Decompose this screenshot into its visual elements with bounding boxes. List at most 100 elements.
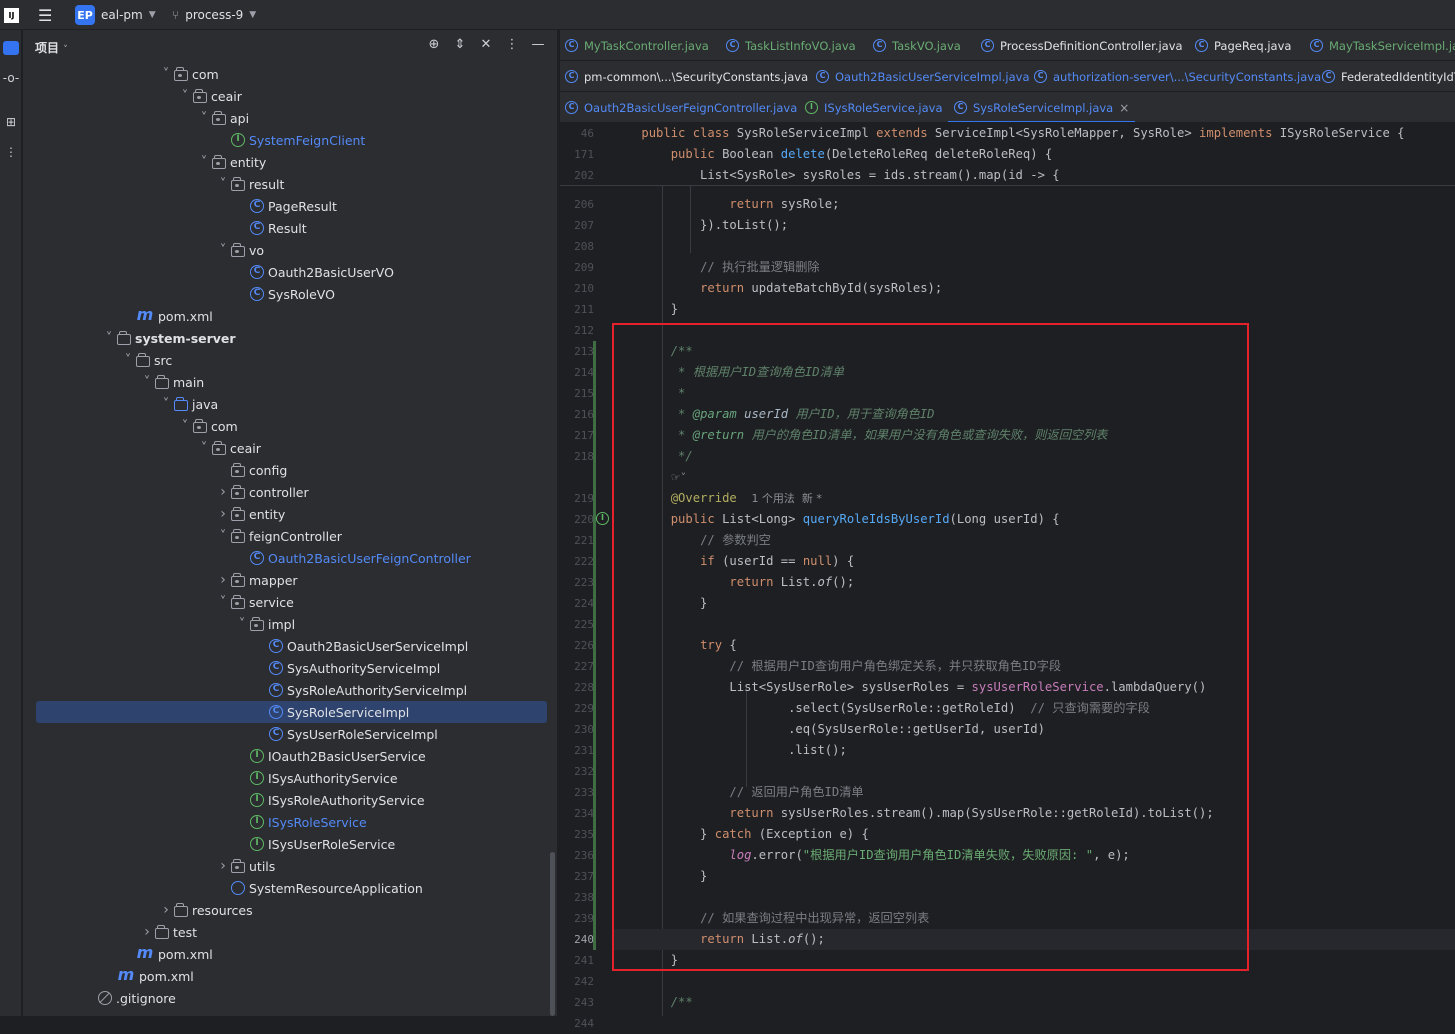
ide-logo-icon[interactable]: IJ [4, 0, 19, 30]
more-tools-icon[interactable]: ⋮ [0, 140, 22, 164]
editor-tab[interactable]: C PageReq.java [1195, 30, 1291, 60]
tree-item[interactable]: C SysRoleServiceImpl [36, 701, 547, 723]
close-icon[interactable]: × [1119, 101, 1129, 115]
chevron-down-icon[interactable]: ˅ [215, 243, 231, 258]
main-menu-icon[interactable]: ☰ [38, 0, 52, 30]
tree-item[interactable]: ˅ ceair [23, 437, 557, 459]
chevron-right-icon[interactable]: › [215, 484, 231, 500]
code-line[interactable]: // 参数判空 [612, 530, 771, 551]
tree-item[interactable]: I ISysUserRoleService [23, 833, 557, 855]
code-line[interactable]: List<SysUserRole> sysUserRoles = sysUser… [612, 677, 1206, 698]
tree-item[interactable]: .gitignore [23, 987, 557, 1009]
tree-item[interactable]: C SysUserRoleServiceImpl [23, 723, 557, 745]
chevron-down-icon[interactable]: ˅ [158, 67, 174, 82]
vcs-change-marker[interactable] [593, 341, 596, 950]
code-line[interactable]: } [612, 866, 707, 887]
tree-item[interactable]: ˅ impl [23, 613, 557, 635]
code-line[interactable]: * @param userId 用户ID，用于查询角色ID [612, 404, 934, 425]
code-line[interactable]: return List.of(); [612, 929, 1455, 950]
tree-item[interactable]: › resources [23, 899, 557, 921]
code-line[interactable]: log.error("根据用户ID查询用户角色ID清单失败，失败原因: ", e… [612, 845, 1129, 866]
code-line[interactable]: .eq(SysUserRole::getUserId, userId) [612, 719, 1045, 740]
code-editor[interactable]: return sysRole; }).toList(); // 执行批量逻辑删除… [612, 123, 1455, 1016]
chevron-down-icon[interactable]: ˅ [177, 89, 193, 104]
tree-item[interactable]: m pom.xml [23, 965, 557, 987]
chevron-down-icon[interactable]: ˅ [139, 375, 155, 390]
editor-tab[interactable]: C ProcessDefinitionController.java [981, 30, 1183, 60]
sticky-code-line[interactable]: public class SysRoleServiceImpl extends … [612, 123, 1404, 144]
code-line[interactable]: if (userId == null) { [612, 551, 854, 572]
tree-item[interactable]: ˅ service [23, 591, 557, 613]
chevron-down-icon[interactable]: ˅ [158, 397, 174, 412]
editor-tab[interactable]: C Oauth2BasicUserServiceImpl.java [816, 61, 1030, 91]
structure-icon[interactable]: ⊞ [0, 110, 22, 134]
chevron-right-icon[interactable]: › [158, 902, 174, 918]
tree-item[interactable]: C Oauth2BasicUserServiceImpl [23, 635, 557, 657]
tree-item[interactable]: I ISysRoleAuthorityService [23, 789, 557, 811]
sticky-code-line[interactable]: public Boolean delete(DeleteRoleReq dele… [612, 144, 1053, 165]
code-line[interactable]: * 根据用户ID查询角色ID清单 [612, 362, 844, 383]
tree-item[interactable]: ˅ result [23, 173, 557, 195]
code-line[interactable]: * @return 用户的角色ID清单，如果用户没有角色或查询失败，则返回空列表 [612, 425, 1107, 446]
chevron-down-icon[interactable]: ˅ [101, 331, 117, 346]
code-line[interactable]: }).toList(); [612, 215, 788, 236]
editor-tab[interactable]: C SysRoleServiceImpl.java × [947, 92, 1136, 122]
tree-item[interactable]: ˅ system-server [23, 327, 557, 349]
editor-tab[interactable]: Cpm-common\...\SecurityConstants.java [565, 61, 808, 91]
collapse-all-icon[interactable]: ✕ [477, 37, 495, 55]
code-line[interactable]: .select(SysUserRole::getRoleId) // 只查询需要… [612, 698, 1150, 719]
code-line[interactable]: } [612, 950, 678, 971]
tree-item[interactable]: C Result [23, 217, 557, 239]
chevron-right-icon[interactable]: › [215, 572, 231, 588]
tree-item[interactable]: ˅ ceair [23, 85, 557, 107]
code-line[interactable]: return sysUserRoles.stream().map(SysUser… [612, 803, 1213, 824]
chevron-down-icon[interactable]: ˅ [196, 441, 212, 456]
line-number-gutter[interactable]: 206 207 208 209 210 211 212 213 214 215 216 217 218 2… [560, 123, 612, 1030]
tree-item[interactable]: m pom.xml [23, 943, 557, 965]
code-line[interactable]: } catch (Exception e) { [612, 824, 869, 845]
tree-item[interactable]: I IOauth2BasicUserService [23, 745, 557, 767]
editor-tab[interactable]: C TaskListInfoVO.java [726, 30, 856, 60]
code-line[interactable]: ☞˅ [612, 467, 686, 488]
tree-item[interactable]: I ISysRoleService [23, 811, 557, 833]
tree-item[interactable]: ˅ src [23, 349, 557, 371]
editor-tab[interactable]: C TaskVO.java [873, 30, 961, 60]
editor-tab[interactable]: I ISysRoleService.java [805, 92, 943, 122]
tree-item[interactable]: ˅ api [23, 107, 557, 129]
tree-item[interactable]: C Oauth2BasicUserFeignController [23, 547, 557, 569]
tree-item[interactable]: C PageResult [23, 195, 557, 217]
tree-item[interactable]: › test [23, 921, 557, 943]
tree-item[interactable]: C SysAuthorityServiceImpl [23, 657, 557, 679]
editor-tab[interactable]: Cauthorization-server\...\SecurityConsta… [1034, 61, 1321, 91]
code-line[interactable]: /** [612, 992, 693, 1013]
branch-switcher[interactable]: ⑂ process-9 ▼ [172, 0, 256, 30]
code-line[interactable]: return sysRole; [612, 194, 839, 215]
tree-item[interactable]: ˅ entity [23, 151, 557, 173]
chevron-right-icon[interactable]: › [215, 858, 231, 874]
chevron-down-icon[interactable]: ˅ [215, 595, 231, 610]
sticky-scroll-header[interactable]: 46 public class SysRoleServiceImpl exten… [560, 123, 1455, 186]
tree-item[interactable]: › controller [23, 481, 557, 503]
chevron-down-icon[interactable]: ˅ [215, 177, 231, 192]
tree-item[interactable]: ˅ com [23, 415, 557, 437]
code-line[interactable]: * [612, 383, 685, 404]
tree-item[interactable]: ˅ feignController [23, 525, 557, 547]
hide-panel-icon[interactable]: — [529, 37, 547, 55]
code-line[interactable]: // 根据用户ID查询用户角色绑定关系，并只获取角色ID字段 [612, 656, 1061, 677]
editor-tab[interactable]: C FederatedIdentityIdTo [1322, 61, 1455, 91]
chevron-right-icon[interactable]: › [139, 924, 155, 940]
code-line[interactable]: // 如果查询过程中出现异常，返回空列表 [612, 908, 929, 929]
chevron-down-icon[interactable]: ˅ [120, 353, 136, 368]
code-line[interactable]: /** [612, 341, 693, 362]
tree-item[interactable]: I ISysAuthorityService [23, 767, 557, 789]
tree-item[interactable]: C SysRoleVO [23, 283, 557, 305]
chevron-down-icon[interactable]: ˅ [196, 155, 212, 170]
tree-item[interactable]: ˅ vo [23, 239, 557, 261]
code-line[interactable]: return List.of(); [612, 572, 854, 593]
commit-icon[interactable]: -o- [0, 66, 22, 90]
implements-method-icon[interactable]: I [596, 512, 609, 525]
tree-item[interactable]: ˅ java [23, 393, 557, 415]
tree-item[interactable]: C SysRoleAuthorityServiceImpl [23, 679, 557, 701]
chevron-right-icon[interactable]: › [215, 506, 231, 522]
code-line[interactable]: // 执行批量逻辑删除 [612, 257, 820, 278]
